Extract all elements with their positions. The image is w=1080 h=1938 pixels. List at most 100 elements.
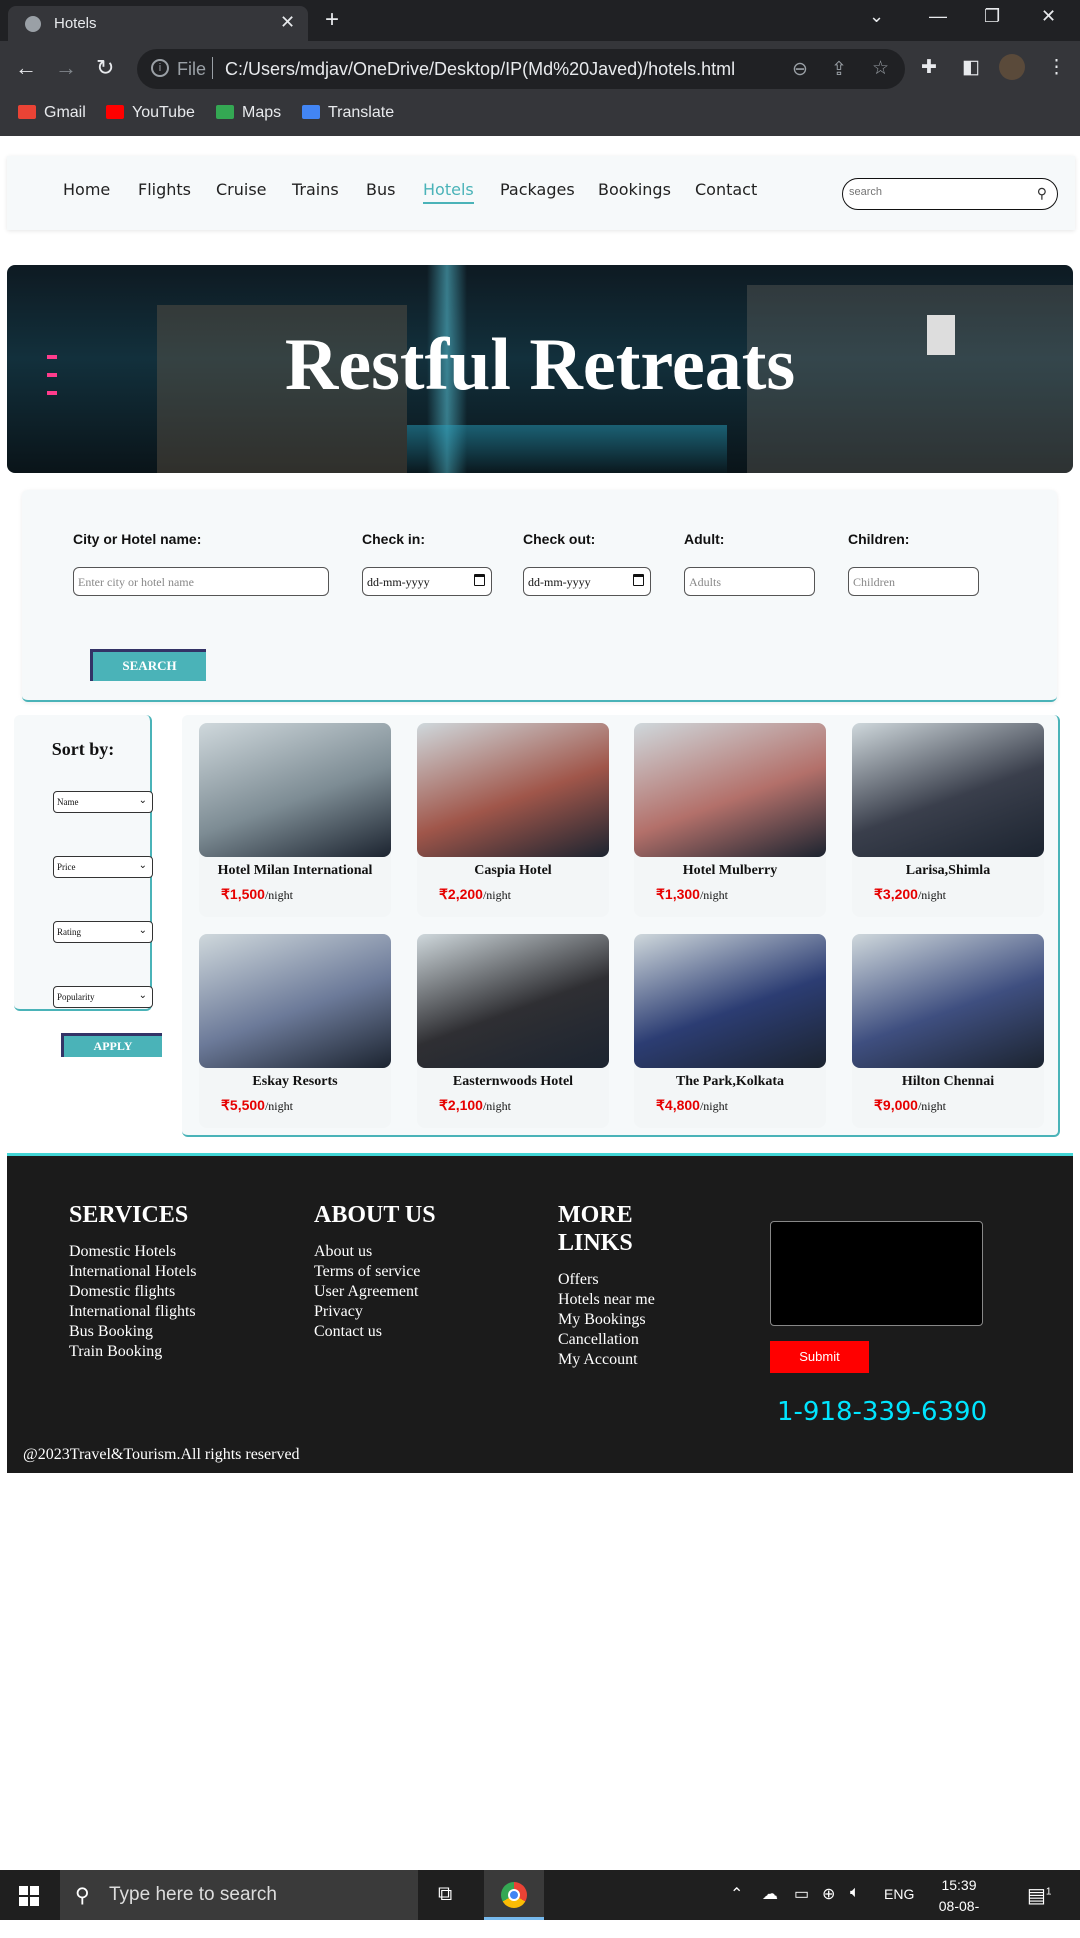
browser-tab[interactable]: Hotels ✕ [8,6,308,41]
footer-link[interactable]: Domestic Hotels [69,1242,197,1262]
submit-button[interactable]: Submit [770,1341,869,1373]
hotel-card[interactable]: Eskay Resorts ₹5,500/night [199,934,391,1128]
nav-bus[interactable]: Bus [366,180,395,199]
footer-link[interactable]: Offers [558,1270,655,1290]
info-icon[interactable]: i [151,59,169,77]
reload-icon[interactable]: ↻ [96,55,114,81]
taskbar-search[interactable]: ⚲ Type here to search [60,1870,418,1920]
network-icon[interactable]: ⊕ [822,1884,835,1904]
footer-link[interactable]: My Account [558,1350,655,1370]
close-window-icon[interactable]: ✕ [1041,6,1056,27]
hotel-name[interactable]: Caspia Hotel [417,863,609,879]
hotel-name[interactable]: The Park,Kolkata [634,1074,826,1090]
hotel-image[interactable] [417,723,609,857]
footer-link[interactable]: International flights [69,1302,197,1322]
calendar-icon[interactable] [474,574,485,586]
footer-link[interactable]: Train Booking [69,1342,197,1362]
nav-packages[interactable]: Packages [500,180,575,199]
hotel-name[interactable]: Hilton Chennai [852,1074,1044,1090]
footer-link[interactable]: Terms of service [314,1262,420,1282]
footer-link[interactable]: User Agreement [314,1282,420,1302]
message-textarea[interactable] [770,1221,983,1326]
hotel-image[interactable] [634,934,826,1068]
hotel-card[interactable]: Caspia Hotel ₹2,200/night [417,723,609,917]
minimize-icon[interactable]: — [929,6,947,27]
language-indicator[interactable]: ENG [884,1886,914,1902]
windows-start-icon[interactable] [19,1886,39,1906]
hotel-name[interactable]: Larisa,Shimla [852,863,1044,879]
nav-hotels[interactable]: Hotels [423,180,474,204]
hotel-card[interactable]: The Park,Kolkata ₹4,800/night [634,934,826,1128]
tab-search-icon[interactable]: ⌄ [869,6,884,27]
children-input[interactable]: Children [848,567,979,596]
sidepanel-icon[interactable]: ◧ [962,56,980,79]
nav-flights[interactable]: Flights [138,180,191,199]
bookmark-translate[interactable]: Translate [302,104,394,122]
hotel-image[interactable] [417,934,609,1068]
hotel-card[interactable]: Easternwoods Hotel ₹2,100/night [417,934,609,1128]
checkout-input[interactable]: dd-mm-yyyy [523,567,651,596]
nav-contact[interactable]: Contact [695,180,757,199]
new-tab-icon[interactable]: + [325,6,339,34]
footer-link[interactable]: Cancellation [558,1330,655,1350]
nav-bookings[interactable]: Bookings [598,180,671,199]
onedrive-icon[interactable]: ☁ [762,1884,778,1904]
notification-icon[interactable]: ▤1 [1027,1883,1051,1908]
forward-icon[interactable]: → [55,55,77,81]
footer-link[interactable]: International Hotels [69,1262,197,1282]
hotel-name[interactable]: Hotel Mulberry [634,863,826,879]
battery-icon[interactable]: ▭ [794,1884,809,1904]
close-tab-icon[interactable]: ✕ [280,12,295,33]
search-input[interactable] [849,186,1019,198]
nav-cruise[interactable]: Cruise [216,180,267,199]
footer-link[interactable]: Bus Booking [69,1322,197,1342]
hotel-name[interactable]: Hotel Milan International [199,863,391,879]
url-text[interactable]: C:/Users/mdjav/OneDrive/Desktop/IP(Md%20… [225,59,735,80]
hotel-card[interactable]: Hilton Chennai ₹9,000/night [852,934,1044,1128]
footer-link[interactable]: Hotels near me [558,1290,655,1310]
city-input[interactable]: Enter city or hotel name [73,567,329,596]
back-icon[interactable]: ← [15,55,37,81]
sort-price-select[interactable]: Price ⌄ [53,856,153,878]
footer-link[interactable]: About us [314,1242,420,1262]
footer-link[interactable]: Domestic flights [69,1282,197,1302]
checkin-input[interactable]: dd-mm-yyyy [362,567,492,596]
bookmark-gmail[interactable]: Gmail [18,104,86,122]
nav-home[interactable]: Home [63,180,110,199]
apply-button[interactable]: APPLY [61,1033,162,1057]
bookmark-youtube[interactable]: YouTube [106,104,195,122]
hotel-image[interactable] [852,723,1044,857]
calendar-icon[interactable] [633,574,644,586]
sort-rating-select[interactable]: Rating ⌄ [53,921,153,943]
sort-name-select[interactable]: Name ⌄ [53,791,153,813]
hotel-name[interactable]: Easternwoods Hotel [417,1074,609,1090]
footer-link[interactable]: My Bookings [558,1310,655,1330]
share-icon[interactable]: ⇪ [831,58,847,81]
nav-trains[interactable]: Trains [292,180,339,199]
hotel-card[interactable]: Hotel Mulberry ₹1,300/night [634,723,826,917]
sort-popularity-select[interactable]: Popularity ⌄ [53,986,153,1008]
hotel-card[interactable]: Hotel Milan International ₹1,500/night [199,723,391,917]
hotel-image[interactable] [852,934,1044,1068]
footer-link[interactable]: Contact us [314,1322,420,1342]
avatar[interactable] [999,54,1025,80]
hotel-card[interactable]: Larisa,Shimla ₹3,200/night [852,723,1044,917]
clock[interactable]: 15:39 08-08-2023 [924,1875,994,1938]
chrome-taskbar-button[interactable] [484,1870,544,1920]
extensions-icon[interactable]: ✚ [921,56,937,79]
bookmark-maps[interactable]: Maps [216,104,281,122]
footer-link[interactable]: Privacy [314,1302,420,1322]
task-view-icon[interactable]: ⧉ [438,1883,452,1906]
hotel-image[interactable] [634,723,826,857]
zoom-icon[interactable]: ⊖ [792,58,808,81]
chevron-up-icon[interactable]: ⌃ [730,1884,743,1904]
address-bar[interactable]: i File C:/Users/mdjav/OneDrive/Desktop/I… [137,49,905,89]
restore-icon[interactable]: ❐ [984,6,1000,27]
adults-input[interactable]: Adults [684,567,815,596]
search-icon[interactable]: ⚲ [1037,185,1047,202]
hotel-image[interactable] [199,934,391,1068]
hotel-image[interactable] [199,723,391,857]
hotel-name[interactable]: Eskay Resorts [199,1074,391,1090]
star-icon[interactable]: ☆ [872,57,889,80]
search-button[interactable]: SEARCH [90,649,206,681]
